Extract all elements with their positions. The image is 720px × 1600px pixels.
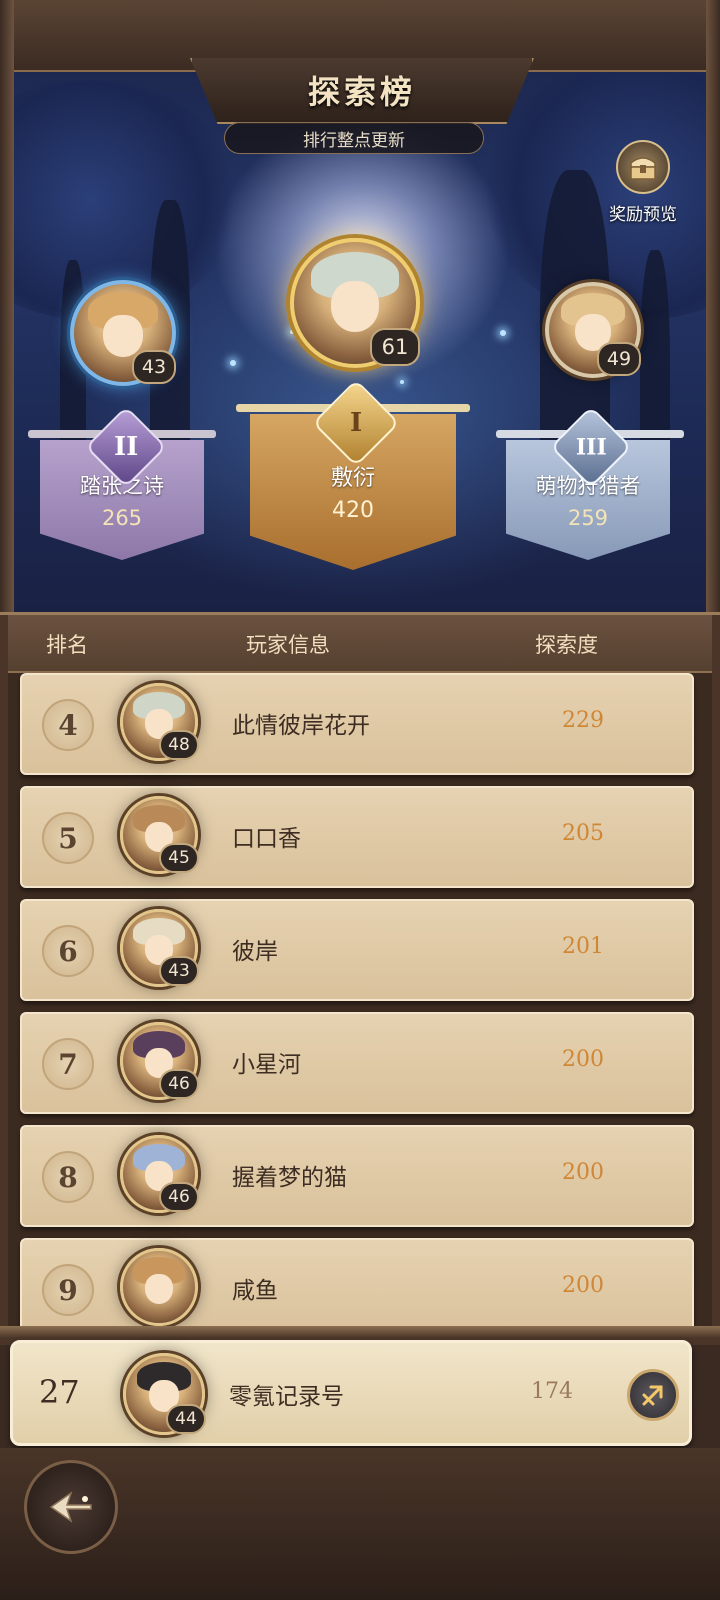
player-score: 200	[562, 1273, 604, 1298]
update-notice: 排行整点更新	[224, 122, 484, 154]
player-name: 彼岸	[232, 939, 278, 965]
player-name: 咸鱼	[232, 1278, 278, 1304]
player-name: 此情彼岸花开	[232, 713, 370, 739]
rank-1-avatar[interactable]: 61	[290, 238, 420, 368]
ranking-list[interactable]: 4 48 此情彼岸花开 229 5 45 口口香 205 6 43 彼岸 201…	[8, 673, 712, 1331]
level-badge: 44	[166, 1404, 206, 1434]
col-score-header: 探索度	[535, 633, 598, 657]
my-rank-number: 27	[39, 1373, 80, 1411]
list-item[interactable]: 5 45 口口香 205	[20, 786, 694, 888]
my-score: 174	[531, 1379, 573, 1404]
list-item[interactable]: 6 43 彼岸 201	[20, 899, 694, 1001]
sparkle	[230, 360, 236, 366]
player-score: 200	[562, 1160, 604, 1185]
rank-number: 5	[42, 812, 94, 864]
level-badge: 48	[159, 730, 199, 760]
title-plate: 探索榜	[190, 58, 534, 124]
level-badge: 43	[159, 956, 199, 986]
podium-1-score: 420	[332, 498, 374, 523]
level-badge: 46	[159, 1069, 199, 1099]
hero-banner: 探索榜 排行整点更新 奖励预览 43 61 49 踏张之诗 265 II 敷衍 …	[0, 0, 720, 612]
my-player-name: 零氪记录号	[229, 1384, 344, 1410]
ranking-panel: 排名 玩家信息 探索度 4 48 此情彼岸花开 229 5 45 口口香 205…	[0, 612, 720, 1345]
sparkle	[290, 330, 294, 334]
right-frame	[706, 0, 720, 612]
my-rank-row[interactable]: 27 44 零氪记录号 174	[10, 1340, 692, 1446]
list-divider	[0, 1326, 720, 1338]
reward-preview-button[interactable]: 奖励预览	[600, 140, 686, 230]
back-arrow-icon	[49, 1491, 92, 1523]
rank-number: 7	[42, 1038, 94, 1090]
list-item[interactable]: 9 咸鱼 200	[20, 1238, 694, 1331]
podium-2-score: 265	[101, 506, 143, 530]
rank-2-avatar[interactable]: 43	[70, 280, 176, 386]
level-badge: 45	[159, 843, 199, 873]
sparkle	[400, 380, 404, 384]
avatar-face	[103, 315, 143, 357]
level-badge: 46	[159, 1182, 199, 1212]
player-name: 小星河	[232, 1052, 301, 1078]
player-avatar[interactable]: 46	[120, 1022, 199, 1100]
player-name: 口口香	[232, 826, 301, 852]
player-avatar[interactable]: 43	[120, 909, 199, 987]
back-button[interactable]	[24, 1460, 118, 1554]
share-icon	[642, 1385, 663, 1406]
list-item[interactable]: 4 48 此情彼岸花开 229	[20, 673, 694, 775]
player-name: 握着梦的猫	[232, 1165, 347, 1191]
rank-number: 4	[42, 699, 94, 751]
player-score: 229	[562, 708, 604, 733]
left-frame	[0, 0, 14, 612]
table-header: 排名 玩家信息 探索度	[8, 615, 712, 673]
update-notice-text: 排行整点更新	[303, 130, 405, 151]
reward-preview-label: 奖励预览	[609, 205, 677, 225]
player-score: 200	[562, 1047, 604, 1072]
col-player-header: 玩家信息	[246, 633, 330, 657]
player-avatar[interactable]: 48	[120, 683, 199, 761]
player-avatar[interactable]	[120, 1248, 198, 1326]
list-item[interactable]: 7 46 小星河 200	[20, 1012, 694, 1114]
list-item[interactable]: 8 46 握着梦的猫 200	[20, 1125, 694, 1227]
player-score: 205	[562, 821, 604, 846]
player-score: 201	[562, 934, 604, 959]
my-avatar[interactable]: 44	[123, 1353, 206, 1435]
share-button[interactable]	[627, 1369, 679, 1421]
podium-1-name: 敷衍	[330, 466, 375, 491]
col-rank-header: 排名	[46, 633, 88, 657]
level-badge: 61	[370, 328, 420, 366]
rank-number: 8	[42, 1151, 94, 1203]
treasure-chest-icon	[616, 140, 670, 194]
avatar-face	[330, 281, 380, 333]
level-badge: 49	[597, 342, 641, 376]
rank-number: 6	[42, 925, 94, 977]
page-title: 探索榜	[307, 73, 416, 111]
player-avatar[interactable]: 45	[120, 796, 199, 874]
podium-3-score: 259	[567, 506, 609, 530]
rank-number: 9	[42, 1264, 94, 1316]
rank-3-avatar[interactable]: 49	[545, 282, 641, 378]
level-badge: 43	[132, 350, 176, 384]
sparkle	[500, 330, 506, 336]
player-avatar[interactable]: 46	[120, 1135, 199, 1213]
